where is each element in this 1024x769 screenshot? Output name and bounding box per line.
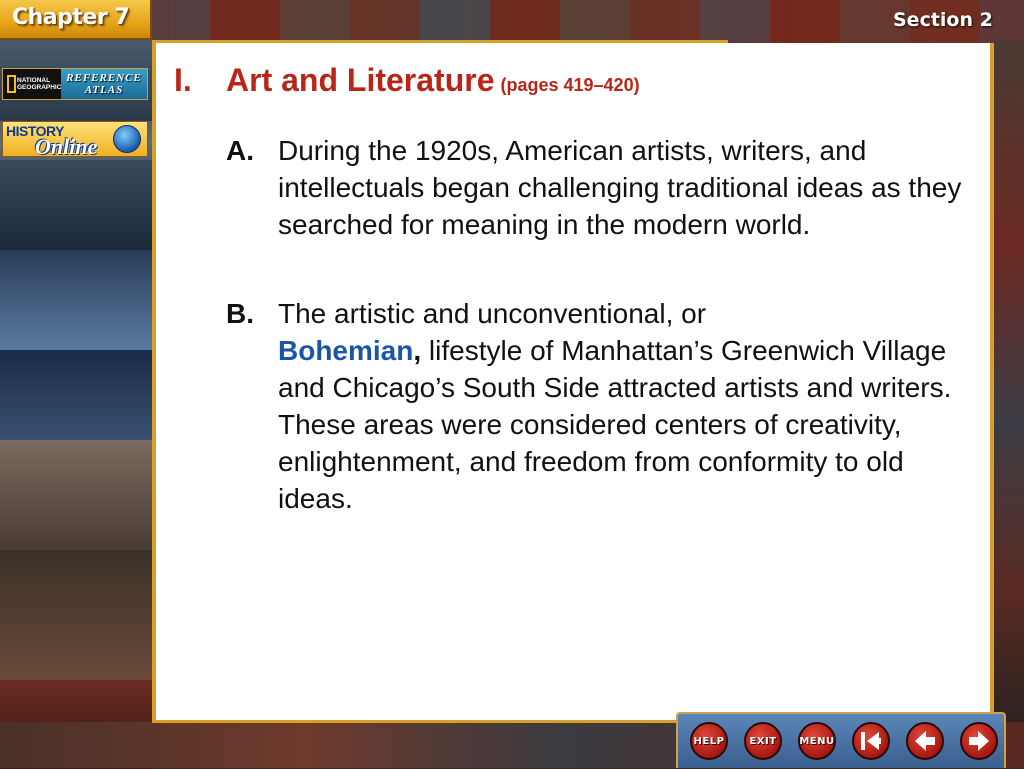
item-text-before: The artistic and unconventional, or (278, 298, 707, 329)
term-punctuation: , (413, 335, 422, 366)
yellow-frame-icon (7, 75, 16, 93)
publisher-text: NATIONAL GEOGRAPHIC (17, 77, 62, 91)
item-letter: B. (226, 298, 254, 329)
reference-atlas-button[interactable]: NATIONAL GEOGRAPHIC REFERENCE ATLAS (2, 68, 148, 100)
previous-slide-icon (915, 731, 935, 751)
previous-slide-button[interactable] (906, 722, 944, 760)
first-slide-icon (861, 732, 881, 750)
history-online-button[interactable]: HISTORY Online (2, 121, 148, 157)
next-slide-icon (969, 731, 989, 751)
navigation-bar: HELP EXIT MENU (676, 712, 1006, 768)
vocab-term: Bohemian (278, 335, 414, 366)
section-label: Section 2 (893, 9, 993, 31)
menu-button[interactable]: MENU (798, 722, 836, 760)
help-label: HELP (693, 735, 725, 747)
chapter-label: Chapter 7 (12, 5, 130, 30)
exit-button[interactable]: EXIT (744, 722, 782, 760)
item-text: The artistic and unconventional, or Bohem… (278, 295, 978, 517)
item-text: During the 1920s, American artists, writ… (278, 135, 962, 240)
reference-atlas-label: REFERENCE ATLAS (66, 72, 142, 96)
atlas-label-box: REFERENCE ATLAS (61, 69, 147, 99)
heading-number: I. (174, 62, 192, 98)
heading-title: Art and Literature (226, 62, 495, 98)
item-letter: A. (226, 135, 254, 166)
next-slide-button[interactable] (960, 722, 998, 760)
exit-label: EXIT (749, 735, 777, 747)
heading-pages: (pages 419–420) (500, 75, 640, 95)
globe-icon (113, 125, 141, 153)
national-geographic-logo: NATIONAL GEOGRAPHIC (3, 69, 61, 99)
section-heading: I. Art and Literature (pages 419–420) (174, 62, 640, 99)
menu-label: MENU (799, 735, 835, 747)
help-button[interactable]: HELP (690, 722, 728, 760)
first-slide-button[interactable] (852, 722, 890, 760)
right-photo-strip (994, 40, 1024, 730)
online-label: Online (35, 134, 98, 157)
chapter-tab: Chapter 7 (0, 0, 152, 40)
